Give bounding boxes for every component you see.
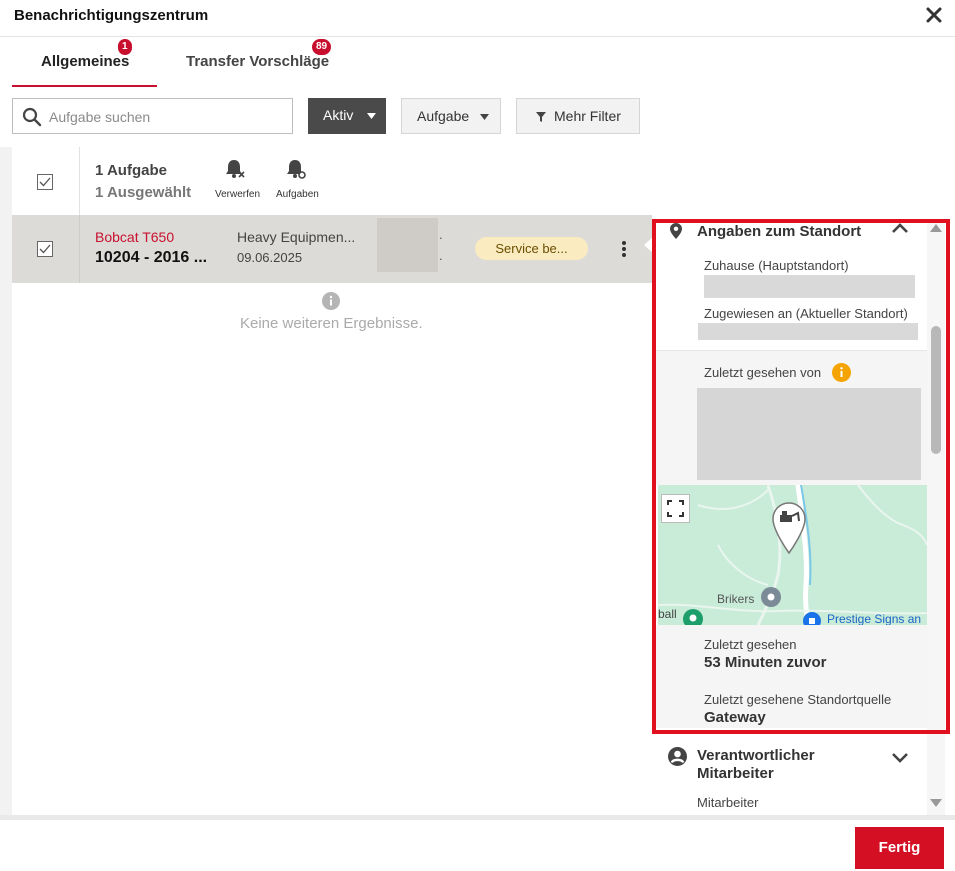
location-section-title[interactable]: Angaben zum Standort <box>697 223 861 240</box>
scroll-up-icon[interactable] <box>930 224 942 232</box>
status-badge: Service be... <box>475 237 588 260</box>
tab-transfer-badge: 89 <box>312 39 332 55</box>
done-button[interactable]: Fertig <box>855 827 944 869</box>
responsible-section-title[interactable]: Verantwortlicher <box>697 747 815 764</box>
dialog-title: Benachrichtigungszentrum <box>14 7 209 24</box>
chevron-up-icon[interactable] <box>892 223 908 233</box>
location-pin-icon <box>670 223 682 239</box>
row-divider <box>79 215 80 283</box>
scrollbar-thumb[interactable] <box>931 326 941 454</box>
tasks-action[interactable]: Aufgaben <box>274 156 320 204</box>
shop-marker-icon <box>803 612 821 625</box>
assigned-location-label: Zugewiesen an (Aktueller Standort) <box>704 306 908 321</box>
status-filter-label: Aktiv <box>323 107 354 123</box>
detail-panel: Angaben zum Standort Zuhause (Hauptstand… <box>652 215 945 815</box>
task-count: 1 Aufgabe <box>95 162 167 179</box>
bell-settings-icon <box>287 160 306 179</box>
search-icon <box>22 107 42 127</box>
asset-category: Heavy Equipmen... <box>237 229 356 245</box>
status-filter-button[interactable]: Aktiv <box>308 98 386 134</box>
map-place-label: Brikers <box>717 592 755 606</box>
results-list <box>12 283 652 815</box>
more-filters-label: Mehr Filter <box>554 108 621 124</box>
last-seen-by-value <box>697 388 921 480</box>
person-icon <box>668 747 687 766</box>
info-icon[interactable] <box>832 363 851 382</box>
tab-allgemeines[interactable]: Allgemeines <box>41 53 129 70</box>
task-date: 09.06.2025 <box>237 250 303 265</box>
selected-count: 1 Ausgewählt <box>95 184 192 201</box>
info-icon <box>322 292 340 310</box>
location-source-value: Gateway <box>704 709 766 726</box>
panel-scrollbar[interactable] <box>927 219 945 815</box>
asset-model[interactable]: Bobcat T650 <box>95 229 174 245</box>
bell-dismiss-icon <box>226 160 245 178</box>
last-seen-by-label: Zuletzt gesehen von <box>704 365 822 380</box>
panel-pointer <box>644 237 653 253</box>
tasks-label: Aufgaben <box>276 189 319 200</box>
header-divider <box>0 36 955 37</box>
last-seen-label: Zuletzt gesehen <box>704 637 797 652</box>
more-filters-button[interactable]: Mehr Filter <box>516 98 640 134</box>
dismiss-label: Verwerfen <box>215 189 261 200</box>
row-menu-button[interactable] <box>617 239 631 259</box>
map-place-label: Prestige Signs an <box>827 612 922 625</box>
empty-results-text: Keine weiteren Ergebnisse. <box>240 315 423 332</box>
footer-divider <box>0 815 955 820</box>
employee-label: Mitarbeiter <box>697 795 759 810</box>
selection-summary-bar <box>12 147 945 215</box>
park-marker-icon <box>683 609 703 625</box>
tab-transfer-vorschlaege[interactable]: Transfer Vorschläge <box>186 53 329 70</box>
location-source-label: Zuletzt gesehene Standortquelle <box>704 692 892 707</box>
search-box <box>12 98 293 134</box>
home-location-label: Zuhause (Hauptstandort) <box>704 258 849 273</box>
home-location-value <box>704 275 915 298</box>
scroll-down-icon[interactable] <box>930 799 942 807</box>
redacted-thumbnail <box>377 218 438 272</box>
type-filter-label: Aufgabe <box>417 108 470 124</box>
chevron-down-icon <box>367 113 376 119</box>
assigned-location-value <box>698 323 918 340</box>
equipment-map-pin[interactable] <box>771 501 807 555</box>
map-place-label: ball <box>658 607 677 621</box>
select-all-checkbox[interactable] <box>37 174 53 190</box>
filter-icon <box>536 112 546 122</box>
asset-identifier: 10204 - 2016 ... <box>95 249 208 266</box>
location-map[interactable]: Brikers Prestige Signs an ball <box>658 485 927 625</box>
place-marker-icon <box>761 587 781 607</box>
search-input[interactable] <box>49 107 285 127</box>
tab-allgemeines-badge: 1 <box>118 39 132 55</box>
row-checkbox[interactable] <box>37 241 53 257</box>
active-tab-indicator <box>12 85 157 87</box>
fullscreen-icon <box>667 500 684 517</box>
chevron-down-icon <box>480 114 489 120</box>
kebab-menu-icon <box>622 241 626 257</box>
truncated-text-2: . <box>439 248 443 263</box>
last-seen-value: 53 Minuten zuvor <box>704 654 827 671</box>
chevron-down-icon[interactable] <box>892 753 908 763</box>
truncated-text-1: . <box>439 227 443 242</box>
summary-divider <box>79 147 80 215</box>
dismiss-action[interactable]: Verwerfen <box>212 156 260 204</box>
close-icon[interactable] <box>924 5 944 25</box>
responsible-section-title-line2[interactable]: Mitarbeiter <box>697 765 774 782</box>
type-filter-button[interactable]: Aufgabe <box>401 98 501 134</box>
fullscreen-button[interactable] <box>661 494 690 523</box>
